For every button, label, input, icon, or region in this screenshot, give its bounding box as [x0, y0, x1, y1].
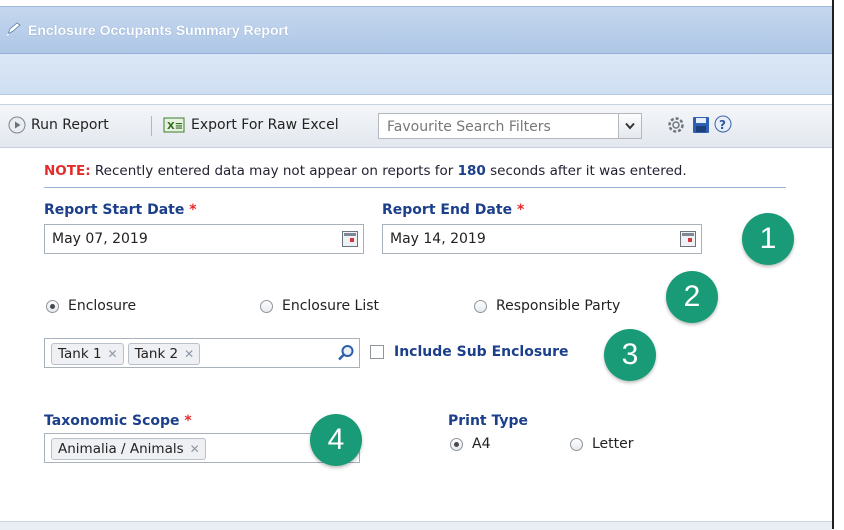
play-icon — [8, 116, 26, 134]
taxonomic-tag[interactable]: Animalia / Animals ✕ — [51, 438, 206, 460]
pencil-icon — [6, 22, 22, 40]
include-sub-enclosure-label: Include Sub Enclosure — [394, 344, 569, 360]
chevron-down-icon[interactable] — [618, 114, 641, 138]
required-mark: * — [189, 202, 197, 218]
include-sub-enclosure-checkbox[interactable]: Include Sub Enclosure — [370, 344, 569, 360]
enclosure-tag-list: Tank 1 ✕ Tank 2 ✕ — [51, 343, 204, 365]
radio-button[interactable] — [474, 299, 487, 313]
radio-enclosure-list[interactable]: Enclosure List — [260, 298, 379, 314]
divider — [44, 187, 786, 188]
toolbar-separator — [151, 116, 152, 136]
radio-letter[interactable]: Letter — [570, 436, 634, 452]
end-date-input[interactable]: May 14, 2019 — [382, 224, 702, 254]
required-mark: * — [516, 202, 525, 218]
note-text-before: Recently entered data may not appear on … — [90, 163, 458, 179]
radio-button[interactable] — [260, 299, 273, 313]
tag-label: Tank 2 — [134, 346, 179, 362]
print-type-label: Print Type — [448, 413, 529, 429]
radio-button[interactable] — [570, 437, 583, 451]
save-icon[interactable] — [692, 116, 710, 138]
tag-label: Animalia / Animals — [58, 441, 184, 457]
end-date-value: May 14, 2019 — [390, 231, 486, 247]
tag-label: Tank 1 — [58, 346, 102, 362]
export-excel-label: Export For Raw Excel — [191, 117, 339, 133]
radio-button[interactable] — [46, 299, 59, 313]
gear-icon[interactable] — [666, 115, 686, 139]
run-report-label: Run Report — [31, 117, 109, 133]
sub-header-bar — [0, 54, 832, 95]
excel-icon: X≡ — [163, 116, 185, 134]
note-seconds: 180 — [457, 163, 486, 179]
note-text-after: seconds after it was entered. — [485, 163, 687, 179]
toolbar: Run Report X≡ Export For Raw Excel Favou… — [0, 104, 832, 148]
start-date-label-text: Report Start Date — [44, 202, 185, 218]
start-date-input[interactable]: May 07, 2019 — [44, 224, 364, 254]
radio-letter-label: Letter — [592, 436, 634, 452]
required-mark: * — [184, 413, 192, 429]
window-title: Enclosure Occupants Summary Report — [28, 22, 289, 38]
radio-responsible-party-label: Responsible Party — [496, 298, 621, 314]
taxonomic-tag-list: Animalia / Animals ✕ — [51, 438, 210, 460]
radio-a4[interactable]: A4 — [450, 436, 490, 452]
checkbox[interactable] — [370, 345, 384, 359]
callout-badge-2: 2 — [666, 271, 718, 323]
svg-text:X≡: X≡ — [167, 121, 183, 132]
end-date-label: Report End Date * — [382, 202, 524, 218]
calendar-icon[interactable] — [342, 231, 358, 251]
enclosure-tag[interactable]: Tank 1 ✕ — [51, 343, 124, 365]
remove-tag-icon[interactable]: ✕ — [190, 442, 200, 456]
enclosure-tag[interactable]: Tank 2 ✕ — [127, 343, 201, 365]
export-excel-button[interactable]: X≡ Export For Raw Excel — [163, 116, 339, 134]
end-date-label-text: Report End Date — [382, 202, 513, 218]
radio-a4-label: A4 — [472, 436, 491, 452]
callout-badge-1: 1 — [742, 213, 794, 265]
taxonomic-scope-label: Taxonomic Scope * — [44, 413, 192, 429]
title-bar: Enclosure Occupants Summary Report — [0, 6, 832, 54]
favourite-search-filters-select[interactable]: Favourite Search Filters — [378, 113, 642, 139]
radio-enclosure[interactable]: Enclosure — [46, 298, 136, 314]
callout-badge-4: 4 — [310, 414, 362, 466]
radio-enclosure-label: Enclosure — [68, 298, 137, 314]
remove-tag-icon[interactable]: ✕ — [108, 347, 118, 361]
radio-responsible-party[interactable]: Responsible Party — [474, 298, 620, 314]
report-window: Enclosure Occupants Summary Report Run R… — [0, 0, 834, 530]
remove-tag-icon[interactable]: ✕ — [184, 347, 194, 361]
start-date-value: May 07, 2019 — [52, 231, 148, 247]
calendar-icon[interactable] — [680, 231, 696, 251]
radio-button[interactable] — [450, 437, 463, 451]
start-date-label: Report Start Date * — [44, 202, 197, 218]
help-icon[interactable]: ? — [712, 114, 734, 138]
search-icon[interactable] — [337, 344, 355, 366]
data-delay-note: NOTE: Recently entered data may not appe… — [44, 163, 687, 179]
enclosure-tag-input[interactable]: Tank 1 ✕ Tank 2 ✕ — [44, 338, 360, 368]
favourite-filters-placeholder: Favourite Search Filters — [387, 119, 551, 135]
radio-enclosure-list-label: Enclosure List — [282, 298, 380, 314]
taxonomic-scope-label-text: Taxonomic Scope — [44, 413, 180, 429]
note-prefix: NOTE: — [44, 163, 91, 179]
svg-text:?: ? — [719, 118, 726, 132]
run-report-button[interactable]: Run Report — [8, 116, 109, 134]
callout-badge-3: 3 — [604, 329, 656, 381]
